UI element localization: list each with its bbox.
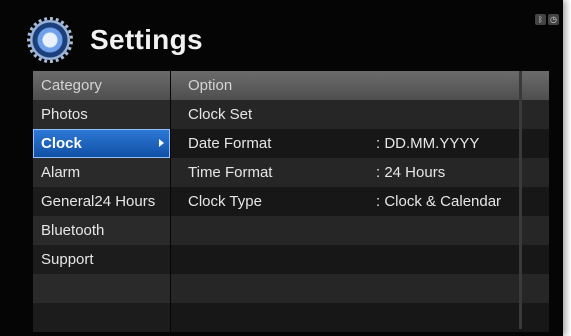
category-item-general[interactable]: General24 Hours (33, 187, 170, 216)
category-column-header: Category (41, 77, 102, 94)
option-row-empty (171, 274, 549, 303)
category-item-empty (33, 303, 170, 332)
category-label: General24 Hours (41, 193, 156, 210)
table-header-row: Category Option (33, 71, 549, 100)
category-label: Photos (41, 106, 88, 123)
settings-screen: ᛒ ◷ Settings Category Option Photos Cloc… (0, 0, 563, 336)
option-name: Clock Type (188, 193, 262, 210)
category-item-photos[interactable]: Photos (33, 100, 170, 129)
page-title: Settings (90, 24, 203, 55)
table-row: Clock Date Format : DD.MM.YYYY (33, 129, 549, 158)
option-value: : 24 Hours (376, 164, 446, 181)
header: Settings (27, 17, 203, 63)
category-item-bluetooth[interactable]: Bluetooth (33, 216, 170, 245)
option-row-empty (171, 303, 549, 332)
table-row: Alarm Time Format : 24 Hours (33, 158, 549, 187)
table-row: Support (33, 245, 549, 274)
option-name: Date Format (188, 135, 272, 152)
option-row-clock-type[interactable]: Clock Type : Clock & Calendar (171, 187, 549, 216)
clock-icon: ◷ (548, 14, 559, 25)
settings-gear-icon (27, 17, 73, 63)
category-item-clock[interactable]: Clock (33, 129, 170, 158)
category-item-support[interactable]: Support (33, 245, 170, 274)
category-label: Alarm (41, 164, 81, 181)
category-item-empty (33, 274, 170, 303)
category-item-alarm[interactable]: Alarm (33, 158, 170, 187)
bluetooth-icon: ᛒ (535, 14, 546, 25)
option-name: Time Format (188, 164, 273, 181)
category-label: Clock (41, 135, 82, 152)
table-row: Photos Clock Set (33, 100, 549, 129)
option-value: : Clock & Calendar (376, 193, 502, 210)
option-row-clock-set[interactable]: Clock Set (171, 100, 549, 129)
category-label: Bluetooth (41, 222, 105, 239)
table-row (33, 274, 549, 303)
scrollbar[interactable] (519, 71, 522, 329)
table-row: Bluetooth (33, 216, 549, 245)
table-row: General24 Hours Clock Type : Clock & Cal… (33, 187, 549, 216)
option-row-date-format[interactable]: Date Format : DD.MM.YYYY (171, 129, 549, 158)
chevron-right-icon (159, 139, 164, 147)
option-value: : DD.MM.YYYY (376, 135, 480, 152)
option-name: Clock Set (188, 106, 253, 123)
status-icons: ᛒ ◷ (535, 14, 559, 25)
option-row-empty (171, 245, 549, 274)
table-row (33, 303, 549, 332)
option-column-header: Option (188, 77, 233, 94)
category-label: Support (41, 251, 94, 268)
option-row-empty (171, 216, 549, 245)
option-row-time-format[interactable]: Time Format : 24 Hours (171, 158, 549, 187)
settings-table: Category Option Photos Clock Set Clock D (33, 71, 549, 333)
